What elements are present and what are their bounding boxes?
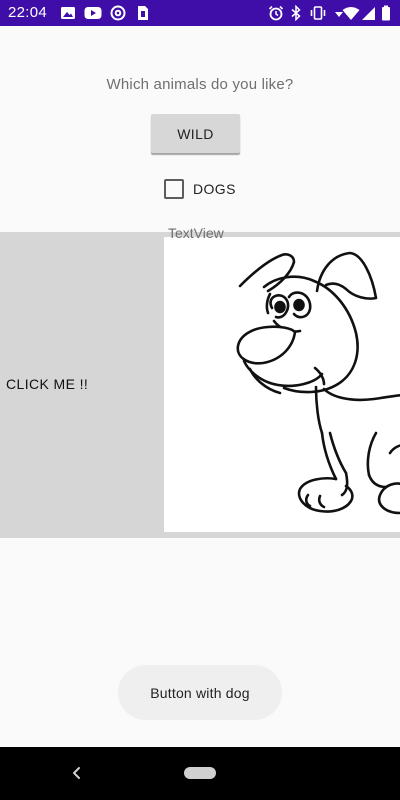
- battery-icon: [382, 5, 390, 21]
- cell-signal-icon: [362, 7, 375, 20]
- status-time: 22:04: [8, 4, 48, 21]
- youtube-icon: [84, 7, 102, 19]
- wild-button[interactable]: WILD: [151, 114, 240, 153]
- dogs-checkbox-label[interactable]: DOGS: [193, 181, 236, 197]
- dog-cartoon-image: [236, 251, 400, 515]
- click-me-label[interactable]: CLICK ME !!: [6, 376, 88, 392]
- home-pill-icon[interactable]: [184, 767, 216, 779]
- sim-icon: [138, 6, 148, 20]
- textview-label: TextView: [168, 225, 224, 241]
- alarm-icon: [268, 5, 284, 21]
- navigation-bar: [0, 747, 400, 800]
- wifi-icon: [342, 7, 360, 20]
- photo-icon: [61, 7, 75, 19]
- at-sign-icon: [110, 5, 126, 21]
- status-bar: 22:04: [0, 0, 400, 26]
- dog-image-button[interactable]: [164, 237, 400, 532]
- question-text: Which animals do you like?: [106, 76, 294, 93]
- back-chevron-icon[interactable]: [68, 764, 86, 782]
- button-with-dog[interactable]: Button with dog: [118, 665, 282, 720]
- dogs-checkbox[interactable]: [164, 179, 184, 199]
- bluetooth-icon: [291, 5, 301, 21]
- vibrate-icon: [310, 6, 326, 20]
